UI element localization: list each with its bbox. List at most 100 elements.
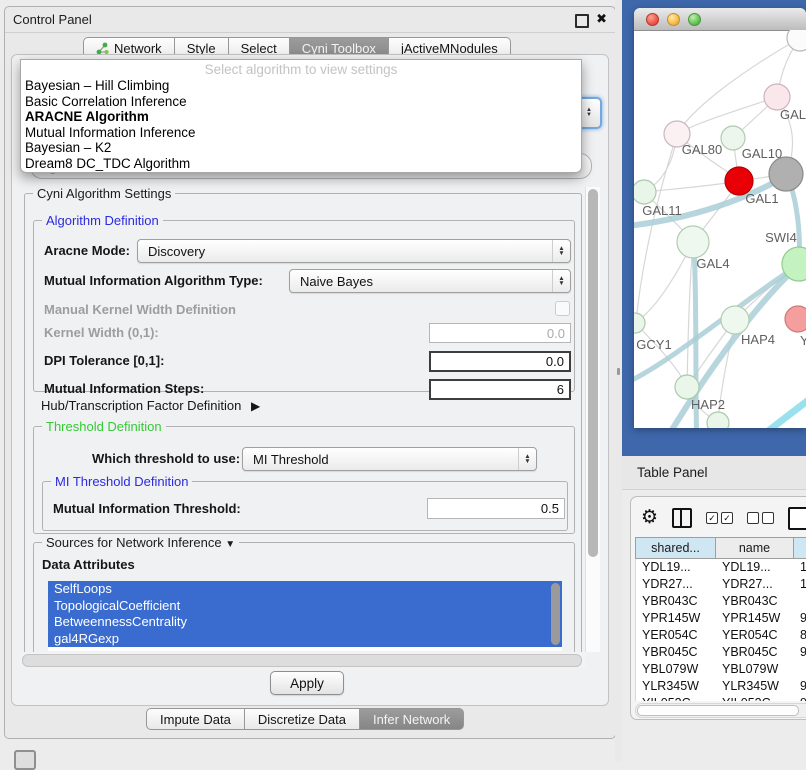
table-row[interactable]: YPR145WYPR145W9.: [636, 610, 806, 627]
table-cell: 9.: [794, 610, 806, 627]
data-attribute-item[interactable]: gal4RGexp: [48, 631, 562, 648]
table-cell: YBR045C: [636, 644, 716, 661]
tab-impute-data[interactable]: Impute Data: [146, 708, 245, 730]
close-panel-icon[interactable]: ✖: [596, 11, 607, 27]
node-gal4-label: GAL4: [696, 256, 729, 271]
collapse-arrow-icon[interactable]: ▼: [225, 539, 235, 550]
close-window-icon[interactable]: [646, 13, 659, 26]
manual-kernel-checkbox[interactable]: [555, 301, 570, 316]
node-y[interactable]: [785, 306, 806, 332]
table-cell: YDR27...: [716, 576, 794, 593]
node-gal4[interactable]: [677, 226, 709, 258]
checked-box-icon: ✓: [706, 512, 718, 524]
network-edge: [636, 134, 677, 322]
table-cell: [794, 661, 806, 678]
minimized-panel-icon[interactable]: [14, 750, 36, 770]
scrollbar-thumb[interactable]: [22, 654, 582, 667]
table-cell: YBL079W: [636, 661, 716, 678]
algorithm-option[interactable]: Mutual Information Inference: [23, 125, 579, 141]
node-gal11[interactable]: [634, 180, 656, 204]
mi-type-combobox[interactable]: Naive Bayes ▲▼: [289, 269, 571, 293]
data-attribute-item[interactable]: BetweennessCentrality: [48, 614, 562, 631]
apply-button[interactable]: Apply: [270, 671, 344, 695]
algorithm-option[interactable]: Dream8 DC_TDC Algorithm: [23, 156, 579, 172]
unchecked-box-icon: [747, 512, 759, 524]
node-gray[interactable]: [769, 157, 803, 191]
tab-discretize-data[interactable]: Discretize Data: [245, 708, 360, 730]
network-view-window: GALGAL80GAL10GAL1GAL11GAL4SWI4GCY1HAP4YH…: [634, 8, 806, 428]
tab-infer-network[interactable]: Infer Network: [360, 708, 464, 730]
which-threshold-combobox[interactable]: MI Threshold ▲▼: [242, 447, 537, 471]
hide-columns-icon[interactable]: [747, 512, 774, 524]
mi-steps-field[interactable]: 6: [429, 379, 571, 400]
table-panel-region: Table Panel ⚙ ✓✓ shared...nameA YDL19...…: [622, 456, 806, 762]
table-row[interactable]: YER054CYER054C8.: [636, 627, 806, 644]
sources-group: Sources for Network Inference ▼ Data Att…: [33, 542, 575, 666]
table-row[interactable]: YDL19...YDL19...13: [636, 559, 806, 576]
combo-stepper-icon: ▲▼: [552, 240, 570, 262]
node-hap4-label: HAP4: [741, 332, 775, 347]
column-header-a[interactable]: A: [794, 538, 806, 558]
table-row[interactable]: YBL079WYBL079W: [636, 661, 806, 678]
network-window-titlebar: [634, 8, 806, 31]
node-bottom[interactable]: [707, 412, 729, 428]
settings-horizontal-scrollbar[interactable]: [20, 652, 586, 667]
scrollbar-thumb[interactable]: [637, 705, 799, 716]
split-columns-icon[interactable]: [672, 508, 692, 528]
control-panel-window: Control Panel ✖ NetworkStyleSelectCyni T…: [4, 6, 616, 739]
splitter-handle[interactable]: [617, 368, 620, 375]
algorithm-option[interactable]: Bayesian – Hill Climbing: [23, 78, 579, 94]
table-horizontal-scrollbar[interactable]: [635, 703, 806, 718]
algorithm-definition-group: Algorithm Definition Aracne Mode: Discov…: [33, 220, 575, 392]
hub-definition-expander[interactable]: Hub/Transcription Factor Definition ▶: [41, 396, 260, 416]
node-hap2[interactable]: [675, 375, 699, 399]
settings-vertical-scrollbar[interactable]: [585, 187, 600, 652]
which-threshold-label: Which threshold to use:: [92, 449, 240, 469]
column-header-name[interactable]: name: [716, 538, 794, 558]
show-columns-icon[interactable]: ✓✓: [706, 512, 733, 524]
minimize-window-icon[interactable]: [667, 13, 680, 26]
aracne-mode-combobox[interactable]: Discovery ▲▼: [137, 239, 571, 263]
algorithm-option[interactable]: ARACNE Algorithm: [23, 109, 579, 125]
threshold-definition-title: Threshold Definition: [42, 419, 166, 434]
mi-threshold-field[interactable]: 0.5: [427, 498, 565, 519]
table-row[interactable]: YIL052CYIL052C9: [636, 695, 806, 701]
data-attribute-item[interactable]: SelfLoops: [48, 581, 562, 598]
new-table-icon[interactable]: [788, 507, 806, 530]
table-row[interactable]: YLR345WYLR345W9.: [636, 678, 806, 695]
table-cell: YER054C: [636, 627, 716, 644]
node-swi4-label: SWI4: [765, 230, 797, 245]
scrollbar-thumb[interactable]: [588, 189, 598, 557]
algorithm-option[interactable]: Bayesian – K2: [23, 140, 579, 156]
gear-icon[interactable]: ⚙: [641, 508, 658, 528]
dpi-tolerance-field[interactable]: 0.0: [429, 351, 571, 372]
panel-splitter[interactable]: [615, 0, 622, 762]
checked-box-icon: ✓: [721, 512, 733, 524]
zoom-window-icon[interactable]: [688, 13, 701, 26]
column-header-shared[interactable]: shared...: [636, 538, 716, 558]
table-cell: YDR27...: [636, 576, 716, 593]
node-gal1-label: GAL1: [745, 191, 778, 206]
table-cell: YBL079W: [716, 661, 794, 678]
node-top[interactable]: [787, 30, 806, 51]
kernel-width-label: Kernel Width (0,1):: [44, 323, 159, 343]
kernel-width-field[interactable]: 0.0: [429, 323, 571, 343]
float-panel-icon[interactable]: [575, 14, 589, 28]
data-attribute-item[interactable]: TopologicalCoefficient: [48, 598, 562, 615]
algorithm-option[interactable]: Basic Correlation Inference: [23, 94, 579, 110]
mi-type-value: Naive Bayes: [300, 274, 373, 289]
mi-threshold-label: Mutual Information Threshold:: [53, 499, 241, 519]
node-gal11-label: GAL11: [642, 203, 682, 218]
mi-threshold-group: MI Threshold Definition Mutual Informati…: [42, 481, 568, 531]
node-table: shared...nameA YDL19...YDL19...13YDR27..…: [635, 537, 806, 701]
table-row[interactable]: YBR045CYBR045C9.: [636, 644, 806, 661]
table-row[interactable]: YBR043CYBR043C: [636, 593, 806, 610]
manual-kernel-label: Manual Kernel Width Definition: [44, 300, 236, 320]
node-gal80-label: GAL80: [682, 142, 722, 157]
table-row[interactable]: YDR27...YDR27...12: [636, 576, 806, 593]
hub-definition-label: Hub/Transcription Factor Definition: [41, 398, 241, 413]
aracne-mode-value: Discovery: [148, 244, 205, 259]
algorithm-dropdown-items: Bayesian – Hill ClimbingBasic Correlatio…: [23, 78, 579, 171]
node-hap4[interactable]: [721, 306, 749, 334]
list-scrollbar-thumb[interactable]: [551, 583, 560, 645]
